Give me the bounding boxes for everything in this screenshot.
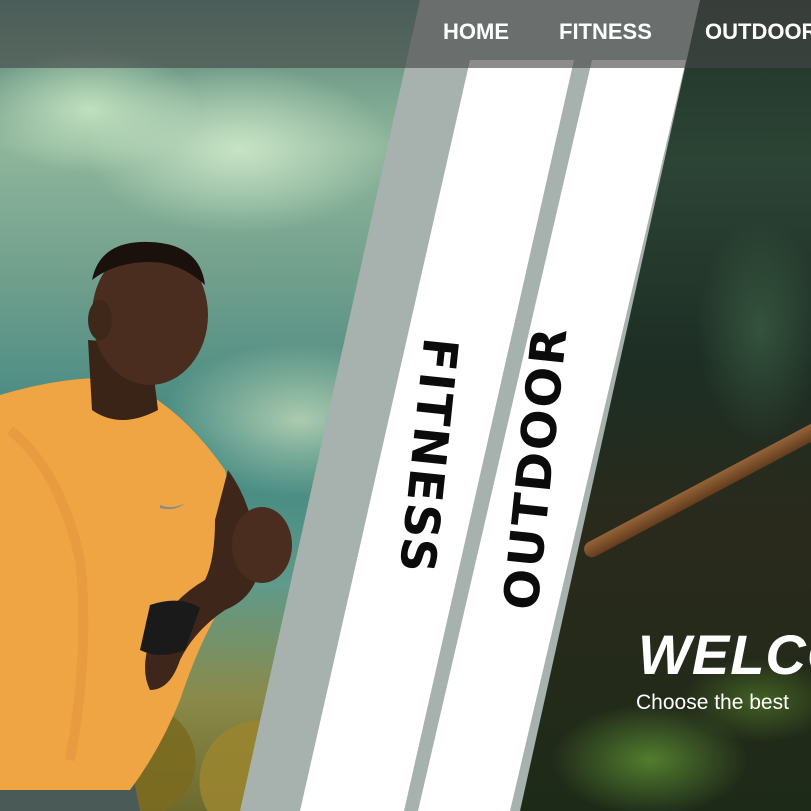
landing-page: FITNESS OUTDOOR HOME FITNESS OUTDOOR WEL… [0, 0, 811, 811]
nav-outdoor-link[interactable]: OUTDOOR [705, 19, 811, 45]
nav-home-link[interactable]: HOME [443, 19, 509, 45]
nav-fitness-link[interactable]: FITNESS [559, 19, 652, 45]
top-nav-bar: HOME FITNESS OUTDOOR [0, 0, 811, 68]
welcome-subtitle: Choose the best [636, 691, 789, 714]
welcome-heading: WELCOME [638, 623, 811, 686]
